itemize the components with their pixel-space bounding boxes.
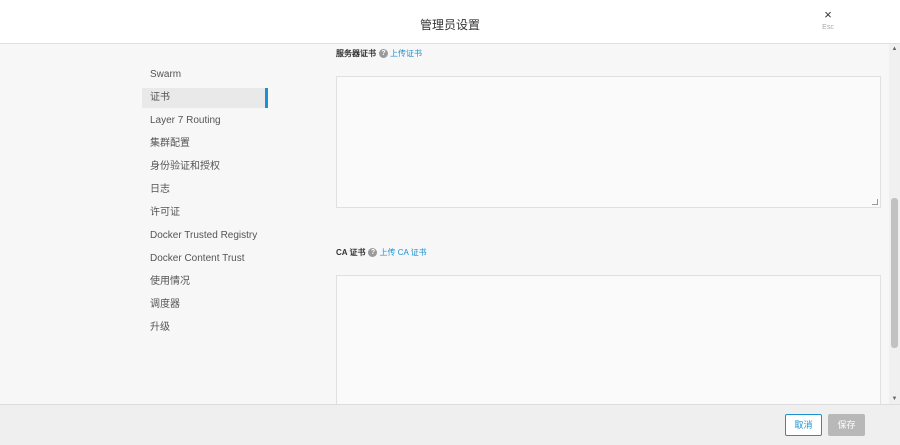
sidebar-item-scheduler[interactable]: 调度器 bbox=[142, 295, 272, 315]
sidebar-item-swarm[interactable]: Swarm bbox=[142, 65, 272, 85]
save-button[interactable]: 保存 bbox=[828, 414, 865, 436]
sidebar-item-content-trust[interactable]: Docker Content Trust bbox=[142, 249, 272, 269]
settings-sidebar: Swarm 证书 Layer 7 Routing 集群配置 身份验证和授权 日志… bbox=[142, 65, 272, 341]
content-scrollbar[interactable]: ▲ ▼ bbox=[889, 44, 900, 404]
sidebar-item-layer7-routing[interactable]: Layer 7 Routing bbox=[142, 111, 272, 131]
sidebar-item-dtr[interactable]: Docker Trusted Registry bbox=[142, 226, 272, 246]
ca-cert-textarea[interactable] bbox=[336, 275, 881, 404]
sidebar-item-certificates[interactable]: 证书 bbox=[142, 88, 268, 108]
scroll-up-icon[interactable]: ▲ bbox=[889, 44, 900, 54]
server-cert-label-row: 服务器证书? 上传证书 bbox=[336, 48, 422, 59]
cancel-button[interactable]: 取消 bbox=[785, 414, 822, 436]
certificate-form: 服务器证书? 上传证书 CA 证书? 上传 CA 证书 bbox=[336, 44, 890, 404]
page-title: 管理员设置 bbox=[419, 18, 480, 32]
server-cert-label: 服务器证书 bbox=[336, 49, 376, 58]
sidebar-item-cluster-config[interactable]: 集群配置 bbox=[142, 134, 272, 154]
close-button[interactable]: × Esc bbox=[815, 8, 841, 32]
sidebar-item-auth[interactable]: 身份验证和授权 bbox=[142, 157, 272, 177]
esc-hint: Esc bbox=[822, 24, 834, 31]
server-cert-textarea[interactable] bbox=[336, 76, 881, 208]
upload-ca-cert-link[interactable]: 上传 CA 证书 bbox=[379, 248, 426, 257]
sidebar-item-license[interactable]: 许可证 bbox=[142, 203, 272, 223]
resize-handle-icon[interactable] bbox=[872, 199, 878, 205]
modal-footer: 取消 保存 bbox=[0, 404, 900, 445]
upload-server-cert-link[interactable]: 上传证书 bbox=[390, 49, 422, 58]
sidebar-item-logs[interactable]: 日志 bbox=[142, 180, 272, 200]
scrollbar-thumb[interactable] bbox=[891, 198, 898, 348]
modal-header: 管理员设置 × Esc bbox=[0, 0, 900, 44]
scroll-down-icon[interactable]: ▼ bbox=[889, 394, 900, 404]
help-icon[interactable]: ? bbox=[368, 248, 378, 258]
close-icon[interactable]: × bbox=[815, 8, 841, 22]
ca-cert-label: CA 证书 bbox=[336, 248, 366, 257]
sidebar-item-upgrade[interactable]: 升级 bbox=[142, 318, 272, 338]
ca-cert-label-row: CA 证书? 上传 CA 证书 bbox=[336, 247, 427, 258]
help-icon[interactable]: ? bbox=[379, 49, 388, 59]
sidebar-item-usage[interactable]: 使用情况 bbox=[142, 272, 272, 292]
